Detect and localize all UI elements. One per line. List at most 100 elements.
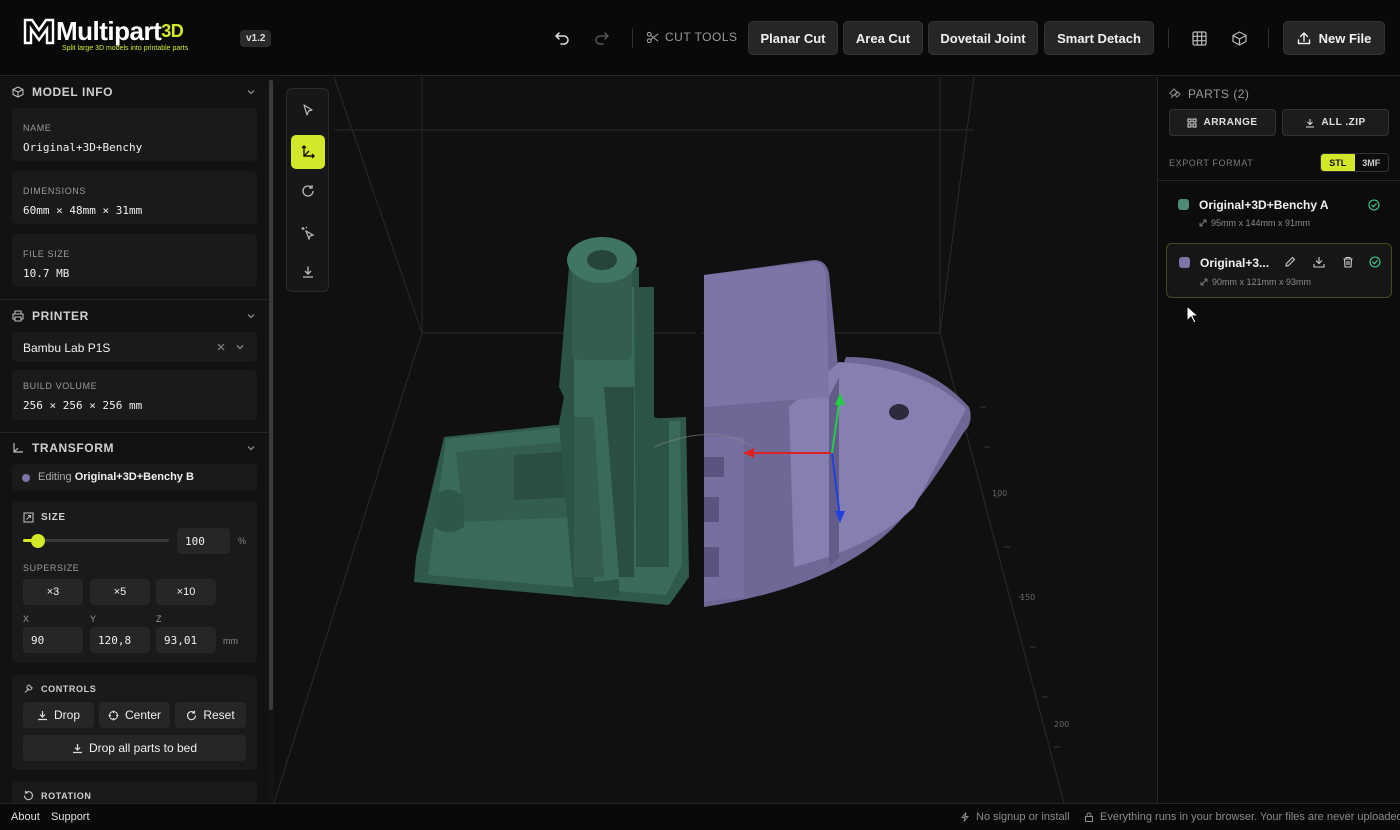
drop-tool-button[interactable] (291, 255, 325, 289)
box-icon (12, 86, 24, 98)
logo-text: Multipart3D (56, 16, 184, 46)
cube-icon (1231, 30, 1247, 46)
reset-button[interactable]: Reset (175, 702, 246, 728)
part-color-dot (22, 474, 30, 482)
rotate-icon (23, 790, 34, 801)
refresh-icon (187, 710, 197, 720)
trash-icon[interactable] (1342, 256, 1354, 268)
part-a-mesh[interactable] (414, 237, 689, 605)
new-file-label: New File (1318, 30, 1372, 46)
model-info-header[interactable]: MODEL INFO (0, 77, 268, 107)
download-icon (1306, 118, 1315, 128)
support-link[interactable]: Support (51, 811, 90, 823)
download-icon (72, 743, 82, 753)
parts-panel: PARTS (2) ARRANGE ALL .ZIP EXPORT FORMAT… (1157, 77, 1400, 803)
arrange-button[interactable]: ARRANGE (1169, 109, 1276, 136)
drop-button[interactable]: Drop (23, 702, 94, 728)
parts-title: PARTS (2) (1188, 87, 1250, 101)
supersize-x10-button[interactable]: ×10 (156, 579, 216, 605)
dovetail-joint-button[interactable]: Dovetail Joint (928, 21, 1038, 55)
mouse-cursor-icon (1186, 305, 1200, 324)
build-volume-value: 256 × 256 × 256 mm (23, 399, 143, 412)
grid-icon (1191, 30, 1207, 46)
grid-icon (1187, 118, 1197, 127)
parts-icon (1169, 88, 1181, 99)
3d-viewport[interactable]: 50 100 150 200 (274, 77, 1156, 803)
axis-tick-label: 150 (1020, 593, 1035, 602)
export-format-toggle: STL 3MF (1320, 153, 1389, 172)
area-cut-button[interactable]: Area Cut (843, 21, 923, 55)
check-circle-icon (1369, 256, 1381, 268)
logo-tagline: Split large 3D models into printable par… (62, 45, 189, 52)
left-panel-scroll-thumb[interactable] (269, 80, 273, 710)
wrench-icon (24, 684, 33, 693)
z-dimension-input[interactable]: 93,01 (156, 627, 216, 653)
supersize-x3-button[interactable]: ×3 (23, 579, 83, 605)
part-b-mesh[interactable] (704, 260, 971, 607)
rotation-card[interactable]: ROTATION (12, 781, 257, 803)
axis-tick-label: 200 (1054, 720, 1069, 729)
size-slider-thumb[interactable] (30, 534, 45, 548)
header: Multipart3D Split large 3D models into p… (0, 0, 1400, 76)
dimensions-value: 60mm × 48mm × 31mm (23, 204, 143, 217)
printer-select[interactable]: Bambu Lab P1S (12, 332, 257, 362)
axis-tick-label: 100 (992, 489, 1007, 498)
size-card: SIZE 100 % SUPERSIZE ×3 ×5 ×10 X Y Z 90 … (12, 501, 257, 663)
y-dimension-input[interactable]: 120,8 (90, 627, 150, 653)
lightning-icon (960, 812, 970, 822)
part-dimensions: 90mm x 121mm x 93mm (1212, 277, 1312, 287)
model-name-card: NAME Original+3D+Benchy (12, 108, 257, 161)
select-tool-button[interactable] (291, 93, 325, 127)
axes-icon (13, 443, 23, 453)
footer: About Support No signup or install Every… (0, 803, 1400, 830)
part-item-a[interactable]: Original+3D+Benchy A 95mm x 144mm x 91mm (1166, 189, 1392, 239)
format-3mf-option[interactable]: 3MF (1355, 154, 1389, 171)
printer-header[interactable]: PRINTER (0, 301, 268, 331)
check-circle-icon (1368, 199, 1380, 211)
transform-header[interactable]: TRANSFORM (0, 433, 268, 463)
rotate-icon (302, 185, 314, 197)
x-dimension-input[interactable]: 90 (23, 627, 83, 653)
viewport-toolbar (286, 88, 329, 292)
magic-select-button[interactable] (291, 216, 325, 250)
smart-detach-button[interactable]: Smart Detach (1044, 21, 1154, 55)
part-item-b[interactable]: Original+3... 90mm x 121mm x 93mm (1166, 243, 1392, 298)
move-axes-icon (301, 145, 315, 159)
version-badge: v1.2 (240, 30, 272, 47)
move-tool-button[interactable] (291, 135, 325, 169)
printer-icon (12, 310, 24, 322)
size-input[interactable]: 100 (177, 528, 230, 554)
sparkle-pointer-icon (301, 226, 315, 240)
drop-all-button[interactable]: Drop all parts to bed (23, 735, 246, 761)
planar-cut-button[interactable]: Planar Cut (748, 21, 838, 55)
toolbar-divider (1168, 28, 1169, 48)
supersize-x5-button[interactable]: ×5 (90, 579, 150, 605)
center-button[interactable]: Center (99, 702, 170, 728)
rotate-tool-button[interactable] (291, 174, 325, 208)
about-link[interactable]: About (11, 811, 40, 823)
undo-button[interactable] (550, 26, 574, 50)
pointer-icon (303, 104, 313, 116)
toolbar-divider (632, 28, 633, 48)
download-zip-button[interactable]: ALL .ZIP (1282, 109, 1389, 136)
resize-icon (23, 512, 34, 523)
clear-icon[interactable] (217, 343, 225, 351)
size-slider-track[interactable] (23, 539, 169, 542)
grid-view-button[interactable] (1187, 26, 1211, 50)
new-file-button[interactable]: New File (1283, 21, 1385, 55)
app-logo[interactable]: Multipart3D Split large 3D models into p… (22, 16, 222, 60)
undo-icon (555, 32, 569, 45)
part-name: Original+3D+Benchy A (1199, 198, 1329, 212)
pencil-icon[interactable] (1284, 256, 1296, 268)
redo-button[interactable] (590, 26, 614, 50)
download-icon[interactable] (1313, 256, 1325, 268)
format-stl-option[interactable]: STL (1321, 154, 1355, 171)
part-color-swatch (1178, 199, 1189, 210)
scene[interactable]: 50 100 150 200 (274, 77, 1156, 803)
chevron-down-icon (247, 446, 255, 451)
file-size-value: 10.7 MB (23, 267, 70, 280)
download-icon (37, 710, 47, 720)
export-format-label: EXPORT FORMAT (1169, 158, 1254, 168)
build-volume-card: BUILD VOLUME 256 × 256 × 256 mm (12, 370, 257, 420)
cube-view-button[interactable] (1227, 26, 1251, 50)
